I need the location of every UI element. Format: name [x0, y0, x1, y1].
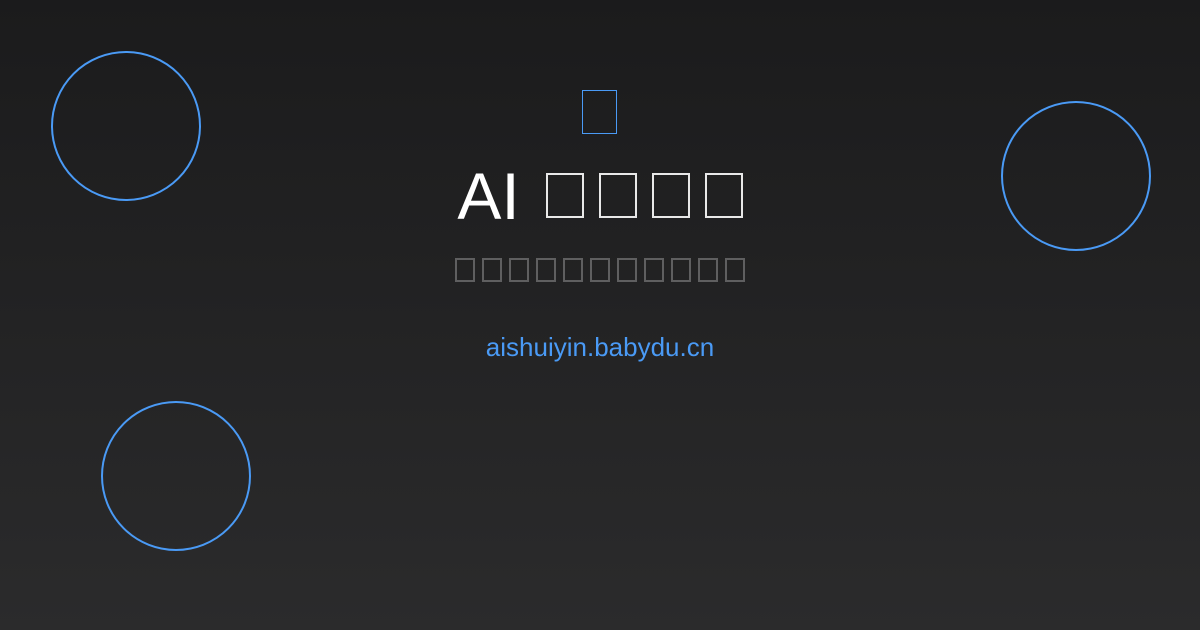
subtitle-glyph	[617, 258, 637, 282]
subtitle-glyph	[725, 258, 745, 282]
page-subtitle	[0, 258, 1200, 282]
site-domain-link[interactable]: aishuiyin.babydu.cn	[0, 330, 1200, 364]
title-glyph	[651, 173, 690, 219]
subtitle-glyph	[536, 258, 556, 282]
subtitle-glyph	[671, 258, 691, 282]
title-glyph	[545, 173, 584, 219]
decorative-circle	[101, 401, 251, 551]
subtitle-glyph	[509, 258, 529, 282]
subtitle-glyph	[455, 258, 475, 282]
title-glyph	[704, 173, 743, 219]
app-logo-icon	[582, 90, 617, 134]
page-title: AI	[0, 152, 1200, 234]
subtitle-glyph	[698, 258, 718, 282]
subtitle-glyph	[482, 258, 502, 282]
subtitle-glyph	[590, 258, 610, 282]
subtitle-glyph	[644, 258, 664, 282]
title-prefix: AI	[457, 158, 520, 233]
title-glyph	[598, 173, 637, 219]
subtitle-glyph	[563, 258, 583, 282]
